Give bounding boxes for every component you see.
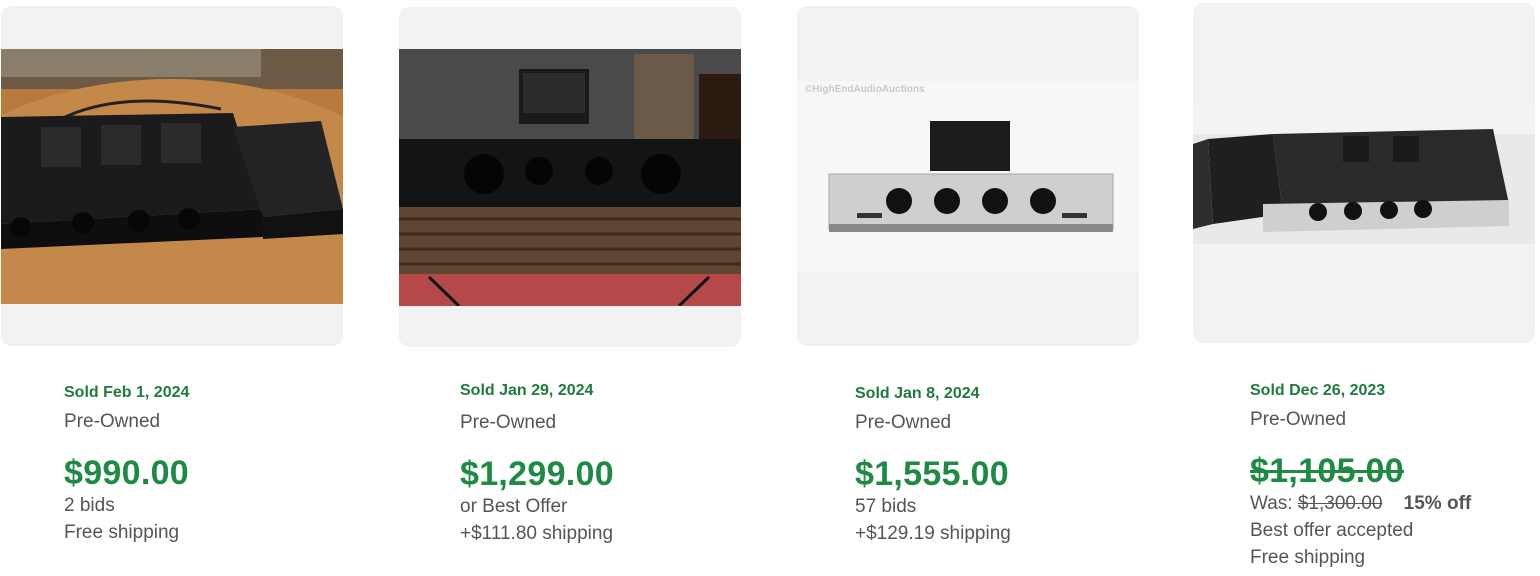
listing-card-2[interactable]: Sold Jan 29, 2024 Pre-Owned $1,299.00 or… <box>399 0 741 576</box>
listing-image-frame[interactable] <box>1193 3 1535 343</box>
best-offer-label: or Best Offer <box>460 496 568 517</box>
price[interactable]: $990.00 <box>64 454 354 492</box>
condition: Pre-Owned <box>460 412 557 433</box>
listing-card-1[interactable]: Sold Feb 1, 2024 Pre-Owned $990.00 2 bid… <box>1 0 343 576</box>
sold-date: Sold Jan 8, 2024 <box>855 385 980 402</box>
price[interactable]: $1,555.00 <box>855 455 1145 493</box>
bids-count: 57 bids <box>855 496 917 517</box>
listing-image-frame[interactable] <box>399 7 741 347</box>
listing-info: Sold Jan 29, 2024 Pre-Owned $1,299.00 or… <box>460 380 750 547</box>
listing-card-3[interactable]: ©HighEndAudioAuctions Sold Jan 8, 2024 P… <box>797 0 1139 576</box>
condition: Pre-Owned <box>1250 409 1347 430</box>
condition: Pre-Owned <box>64 411 161 432</box>
was-label: Was: <box>1250 493 1293 514</box>
listing-card-4[interactable]: Sold Dec 26, 2023 Pre-Owned $1,105.00 Wa… <box>1193 0 1535 576</box>
shipping-info: +$129.19 shipping <box>855 523 1011 544</box>
sold-date: Sold Jan 29, 2024 <box>460 382 594 399</box>
listing-photo[interactable] <box>797 6 1139 272</box>
bids-count: 2 bids <box>64 495 115 516</box>
listing-info: Sold Dec 26, 2023 Pre-Owned $1,105.00 Wa… <box>1250 380 1540 571</box>
listing-photo[interactable] <box>399 49 741 306</box>
listing-image-frame[interactable] <box>1 6 343 346</box>
shipping-info: +$111.80 shipping <box>460 523 614 544</box>
price[interactable]: $1,299.00 <box>460 455 750 493</box>
was-price-row: Was: $1,300.00 15% off <box>1250 490 1540 517</box>
condition: Pre-Owned <box>855 412 952 433</box>
sold-date: Sold Dec 26, 2023 <box>1250 382 1386 399</box>
price[interactable]: $1,105.00 <box>1250 452 1540 490</box>
listing-image-frame[interactable]: ©HighEndAudioAuctions <box>797 6 1139 346</box>
photo-watermark: ©HighEndAudioAuctions <box>805 84 925 95</box>
listing-photo[interactable] <box>1193 104 1535 244</box>
original-price: $1,300.00 <box>1297 493 1383 514</box>
listing-info: Sold Feb 1, 2024 Pre-Owned $990.00 2 bid… <box>64 382 354 546</box>
offer-status: Best offer accepted <box>1250 520 1414 541</box>
shipping-info: Free shipping <box>1250 547 1366 568</box>
shipping-info: Free shipping <box>64 522 180 543</box>
listing-info: Sold Jan 8, 2024 Pre-Owned $1,555.00 57 … <box>855 383 1145 547</box>
discount-badge: 15% off <box>1403 493 1472 514</box>
listing-photo[interactable] <box>1 49 343 304</box>
sold-date: Sold Feb 1, 2024 <box>64 384 190 401</box>
